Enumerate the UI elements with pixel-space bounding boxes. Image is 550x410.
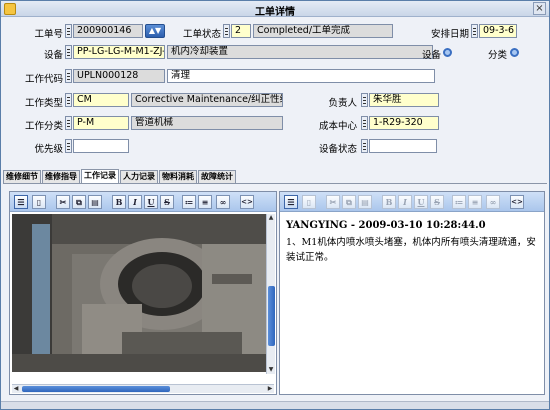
paste-icon[interactable]: ▤ xyxy=(88,195,102,209)
underline-icon[interactable]: U xyxy=(144,195,158,209)
numbered-list-icon[interactable]: ≡ xyxy=(198,195,212,209)
bold-icon[interactable]: B xyxy=(382,195,396,209)
left-horizontal-scrollbar[interactable]: ◀ ▶ xyxy=(12,384,274,393)
equipment-label: 设备 xyxy=(43,50,63,61)
strikethrough-icon[interactable]: S xyxy=(430,195,444,209)
source-icon[interactable]: <> xyxy=(240,195,254,209)
equipment-code-field[interactable]: PP-LG-LG-M-M1-ZJ-LN xyxy=(73,45,165,59)
work-type-code-field[interactable]: CM xyxy=(73,93,129,107)
order-no-field[interactable]: 200900146 xyxy=(73,24,143,38)
equipment-open-icon[interactable] xyxy=(443,48,452,57)
equipment-link-label: 设备 xyxy=(421,50,441,61)
tab-material-usage[interactable]: 物料消耗 xyxy=(159,170,197,183)
work-category-picker-icon[interactable] xyxy=(65,116,72,130)
link-icon[interactable]: ∞ xyxy=(216,195,230,209)
strikethrough-icon[interactable]: S xyxy=(160,195,174,209)
copy-icon[interactable]: ⧉ xyxy=(72,195,86,209)
scroll-up-arrow-icon[interactable]: ▲ xyxy=(267,214,275,222)
machine-photo-image xyxy=(12,214,272,372)
new-page-icon[interactable]: ▯ xyxy=(302,195,316,209)
work-order-window: 工单详情 × 工单号 200900146 ▲▼ 工单状态 2 Completed… xyxy=(0,0,550,410)
machine-photo xyxy=(12,214,272,372)
owner-label: 负责人 xyxy=(328,98,357,109)
window-title: 工单详情 xyxy=(255,7,295,18)
image-editor-panel: ☰ ▯ ✂ ⧉ ▤ B I U S ≔ ≡ ∞ <> ▲ ▼ ◀ ▶ xyxy=(9,191,277,395)
tab-fault-stats[interactable]: 故障统计 xyxy=(198,170,236,183)
owner-picker-icon[interactable] xyxy=(361,93,368,107)
order-no-picker-icon[interactable] xyxy=(65,24,72,38)
tab-repair-guide[interactable]: 维修指导 xyxy=(42,170,80,183)
left-vertical-scroll-thumb[interactable] xyxy=(268,286,275,346)
order-no-label: 工单号 xyxy=(34,29,63,40)
new-page-icon[interactable]: ▯ xyxy=(32,195,46,209)
cost-center-picker-icon[interactable] xyxy=(361,116,368,130)
cost-center-field[interactable]: 1-R29-320 xyxy=(369,116,439,130)
status-bar xyxy=(1,401,549,409)
tab-labor-record[interactable]: 人力记录 xyxy=(120,170,158,183)
paste-icon[interactable]: ▤ xyxy=(358,195,372,209)
equipment-picker-icon[interactable] xyxy=(65,45,72,59)
list-icon[interactable]: ☰ xyxy=(14,195,28,209)
title-bar[interactable]: 工单详情 × xyxy=(1,1,549,18)
cost-center-label: 成本中心 xyxy=(318,121,357,132)
close-button[interactable]: × xyxy=(533,2,546,15)
record-header: YANGYING - 2009-03-10 10:28:44.0 xyxy=(286,220,486,231)
equip-status-label: 设备状态 xyxy=(318,144,357,155)
cut-icon[interactable]: ✂ xyxy=(56,195,70,209)
status-label: 工单状态 xyxy=(182,29,221,40)
work-code-text-field[interactable]: 清理 xyxy=(167,69,435,83)
owner-field[interactable]: 朱华胜 xyxy=(369,93,439,107)
equip-status-picker-icon[interactable] xyxy=(361,139,368,153)
work-code-picker-icon[interactable] xyxy=(65,69,72,83)
scroll-left-arrow-icon[interactable]: ◀ xyxy=(12,385,20,393)
priority-field[interactable] xyxy=(73,139,129,153)
bold-icon[interactable]: B xyxy=(112,195,126,209)
category-open-icon[interactable] xyxy=(510,48,519,57)
category-label: 分类 xyxy=(487,50,507,61)
italic-icon[interactable]: I xyxy=(398,195,412,209)
italic-icon[interactable]: I xyxy=(128,195,142,209)
schedule-date-picker-icon[interactable] xyxy=(471,24,478,38)
work-code-field[interactable]: UPLN000128 xyxy=(73,69,165,83)
work-code-label: 工作代码 xyxy=(24,74,63,85)
work-category-text-field: 管道机械 xyxy=(131,116,283,130)
underline-icon[interactable]: U xyxy=(414,195,428,209)
scroll-down-arrow-icon[interactable]: ▼ xyxy=(267,366,275,374)
schedule-date-label: 安排日期 xyxy=(430,29,469,40)
status-picker-icon[interactable] xyxy=(223,24,230,38)
list-icon[interactable]: ☰ xyxy=(284,195,298,209)
status-text-field: Completed/工单完成 xyxy=(253,24,393,38)
tab-divider xyxy=(3,183,547,184)
cut-icon[interactable]: ✂ xyxy=(326,195,340,209)
equip-status-field[interactable] xyxy=(369,139,437,153)
left-editor-toolbar: ☰ ▯ ✂ ⧉ ▤ B I U S ≔ ≡ ∞ <> xyxy=(10,192,276,212)
tab-work-record[interactable]: 工作记录 xyxy=(81,169,119,183)
work-category-label: 工作分类 xyxy=(24,121,63,132)
source-icon[interactable]: <> xyxy=(510,195,524,209)
schedule-date-field[interactable]: 09-3-6 xyxy=(479,24,517,38)
scroll-right-arrow-icon[interactable]: ▶ xyxy=(266,385,274,393)
link-icon[interactable]: ∞ xyxy=(486,195,500,209)
work-category-code-field[interactable]: P-M xyxy=(73,116,129,130)
equipment-text-field: 机内冷却装置 xyxy=(167,45,433,59)
order-no-spinner[interactable]: ▲▼ xyxy=(145,24,165,38)
status-code-field[interactable]: 2 xyxy=(231,24,251,38)
work-type-text-field: Corrective Maintenance/纠正性维护 xyxy=(131,93,283,107)
copy-icon[interactable]: ⧉ xyxy=(342,195,356,209)
tab-repair-detail[interactable]: 维修细节 xyxy=(3,170,41,183)
numbered-list-icon[interactable]: ≡ xyxy=(468,195,482,209)
work-type-picker-icon[interactable] xyxy=(65,93,72,107)
priority-picker-icon[interactable] xyxy=(65,139,72,153)
left-horizontal-scroll-thumb[interactable] xyxy=(22,386,170,392)
record-body[interactable]: 1、M1机体内喷水喷头堵塞，机体内所有喷头清理疏通，安装试正常。 xyxy=(286,235,538,265)
left-vertical-scrollbar[interactable]: ▲ ▼ xyxy=(266,214,275,374)
right-editor-toolbar: ☰ ▯ ✂ ⧉ ▤ B I U S ≔ ≡ ∞ <> xyxy=(280,192,544,212)
priority-label: 优先级 xyxy=(34,144,63,155)
bullet-list-icon[interactable]: ≔ xyxy=(182,195,196,209)
record-editor-panel: ☰ ▯ ✂ ⧉ ▤ B I U S ≔ ≡ ∞ <> YANGYING - 20… xyxy=(279,191,545,395)
work-type-label: 工作类型 xyxy=(24,98,63,109)
bullet-list-icon[interactable]: ≔ xyxy=(452,195,466,209)
